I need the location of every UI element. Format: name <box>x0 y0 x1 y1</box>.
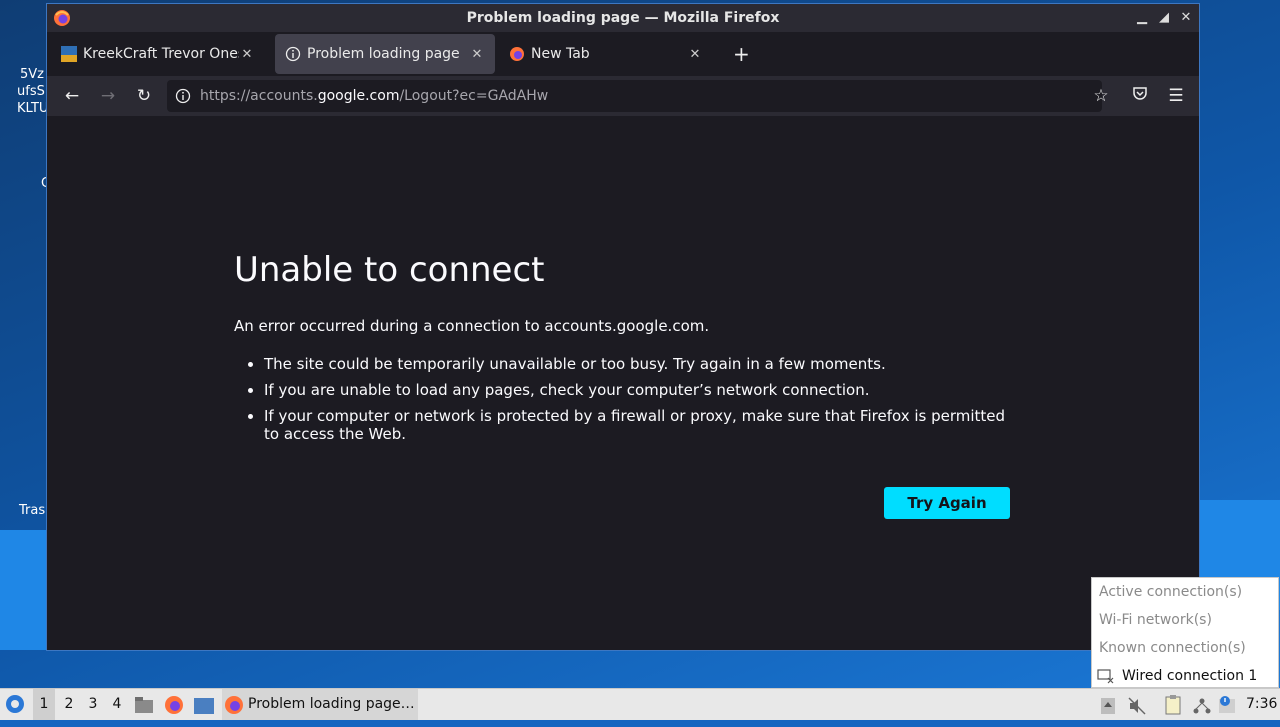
error-heading: Unable to connect <box>234 250 545 290</box>
tab-title: New Tab <box>531 46 590 62</box>
desktop-icon-label[interactable]: ufsS <box>17 83 45 100</box>
volume-muted-icon[interactable] <box>1128 696 1146 715</box>
app-menu-icon[interactable]: ☰ <box>1164 84 1188 108</box>
desktop-icon-label-trash[interactable]: Tras <box>19 502 45 519</box>
back-button[interactable]: ← <box>60 84 84 108</box>
pocket-icon[interactable] <box>1128 84 1152 108</box>
taskbar-task-firefox[interactable]: Problem loading page… <box>222 689 418 720</box>
tab-close-icon[interactable]: ✕ <box>469 47 485 62</box>
show-desktop-icon[interactable] <box>193 696 215 714</box>
tab-new-tab[interactable]: New Tab ✕ <box>499 34 713 74</box>
bookmark-star-icon[interactable]: ☆ <box>1089 84 1113 108</box>
list-item: If your computer or network is protected… <box>264 407 1014 443</box>
wired-network-icon <box>1097 669 1114 684</box>
network-tray-icon[interactable] <box>1193 696 1211 714</box>
firefox-window: Problem loading page — Mozilla Firefox ▁… <box>46 3 1200 651</box>
reload-button[interactable]: ↻ <box>132 84 156 108</box>
navigation-toolbar: ← → ↻ https://accounts. google.com/Logout… <box>47 76 1199 116</box>
tab-problem-loading[interactable]: Problem loading page ✕ <box>275 34 495 74</box>
tray-up-arrow-icon[interactable] <box>1100 696 1116 714</box>
close-button[interactable]: ✕ <box>1179 4 1193 32</box>
minimize-button[interactable]: ▁ <box>1135 4 1149 32</box>
workspace-3[interactable]: 3 <box>82 689 104 720</box>
workspace-2[interactable]: 2 <box>58 689 80 720</box>
tab-title: Problem loading page <box>307 46 460 62</box>
start-menu-icon[interactable] <box>4 693 26 715</box>
info-icon <box>285 46 301 62</box>
file-manager-icon[interactable] <box>134 695 154 715</box>
tab-close-icon[interactable]: ✕ <box>239 47 255 62</box>
url-prefix: https://accounts. <box>200 88 318 104</box>
url-host: google.com <box>317 88 400 104</box>
workspace-4[interactable]: 4 <box>106 689 128 720</box>
tab-bar: KreekCraft Trevor Onesie ✕ Problem loadi… <box>47 32 1199 76</box>
firefox-task-icon <box>225 695 243 714</box>
url-path: /Logout?ec=GAdAHw <box>399 88 549 104</box>
site-info-icon[interactable] <box>175 88 191 104</box>
taskbar: 1 2 3 4 Problem loading page… 7:36 <box>0 688 1280 720</box>
menu-item-known-connections[interactable]: Known connection(s) <box>1092 634 1278 662</box>
tab-title: KreekCraft Trevor Onesie <box>83 46 239 62</box>
tab-close-icon[interactable]: ✕ <box>687 47 703 62</box>
firefox-launcher-icon[interactable] <box>164 695 184 715</box>
clipboard-icon[interactable] <box>1164 695 1182 715</box>
desktop-icon-label[interactable]: 5Vz <box>20 66 44 83</box>
task-title: Problem loading page… <box>248 696 415 712</box>
error-description: An error occurred during a connection to… <box>234 317 710 335</box>
wired-connection-label: Wired connection 1 <box>1122 668 1258 684</box>
desktop-icon-label[interactable]: KLTU <box>17 100 48 117</box>
restore-button[interactable]: ◢ <box>1157 4 1171 32</box>
menu-item-wifi-networks[interactable]: Wi-Fi network(s) <box>1092 606 1278 634</box>
tab-kreekcraft[interactable]: KreekCraft Trevor Onesie ✕ <box>51 34 265 74</box>
workspace-1[interactable]: 1 <box>33 689 55 720</box>
error-reasons-list: The site could be temporarily unavailabl… <box>234 355 1014 451</box>
network-menu: Active connection(s) Wi-Fi network(s) Kn… <box>1091 577 1279 688</box>
window-title: Problem loading page — Mozilla Firefox <box>466 10 780 26</box>
clock: 7:36 <box>1246 696 1278 712</box>
list-item: If you are unable to load any pages, che… <box>264 381 1014 399</box>
list-item: The site could be temporarily unavailabl… <box>264 355 1014 373</box>
url-bar[interactable]: https://accounts. google.com/Logout?ec=GA… <box>167 80 1102 112</box>
menu-item-wired-connection[interactable]: Wired connection 1 <box>1092 662 1278 690</box>
firefox-favicon-icon <box>510 47 524 61</box>
site-favicon-icon <box>61 46 77 62</box>
try-again-button[interactable]: Try Again <box>884 487 1010 519</box>
error-page: Unable to connect An error occurred duri… <box>47 117 1199 650</box>
update-notification-icon[interactable] <box>1218 695 1236 715</box>
menu-item-active-connections[interactable]: Active connection(s) <box>1092 578 1278 606</box>
new-tab-button[interactable]: + <box>733 44 750 64</box>
forward-button[interactable]: → <box>96 84 120 108</box>
window-titlebar[interactable]: Problem loading page — Mozilla Firefox ▁… <box>47 4 1199 32</box>
